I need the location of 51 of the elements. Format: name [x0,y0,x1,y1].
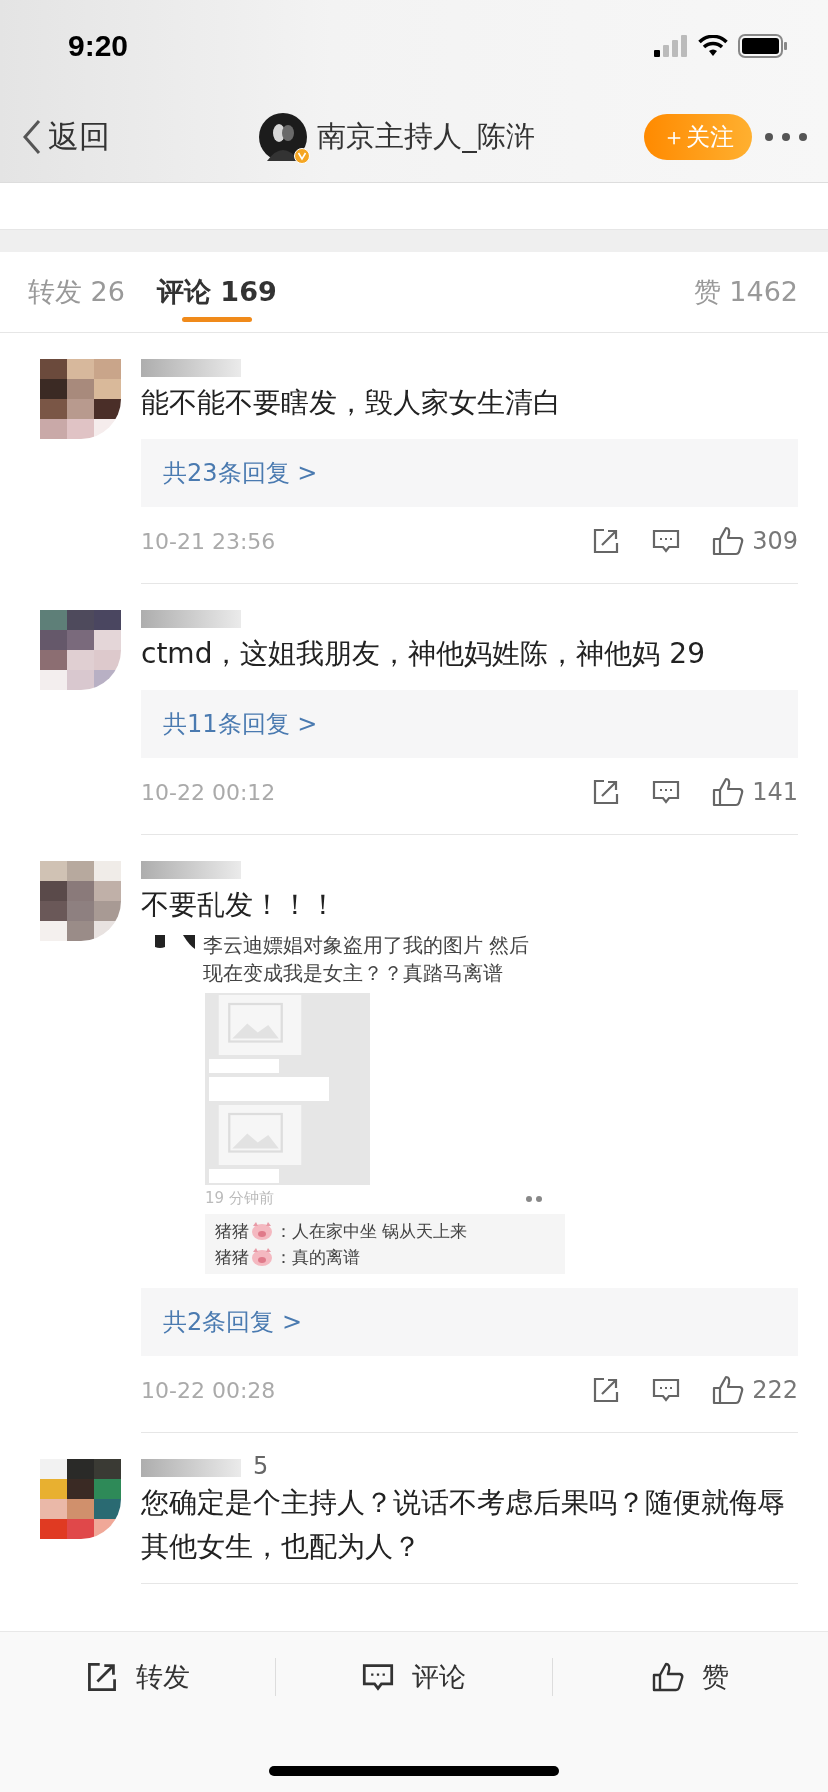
wifi-icon [698,35,728,57]
like-button[interactable]: 141 [712,777,798,807]
action-button[interactable]: 评论 [276,1658,552,1696]
comment-text: 能不能不要瞎发，毁人家女生清白 [141,385,562,421]
comment-text: 不要乱发！！！ [141,887,338,923]
comment-icon[interactable] [652,778,681,806]
post-time: 19 分钟前 [205,1189,274,1208]
share-icon[interactable] [592,778,621,806]
more-icon [525,1194,545,1203]
tab[interactable]: 评论 169 [156,250,277,334]
share-icon[interactable] [592,1376,621,1404]
reply-author: 猪猪 [215,1220,249,1243]
thumbs-up-icon [712,777,745,807]
tab[interactable]: 转发 26 [28,250,125,334]
chevron-left-icon [22,119,42,155]
comment-icon [362,1661,394,1693]
chat-bubble [209,1059,279,1073]
comment-icon[interactable] [652,527,681,555]
reply-author: 猪猪 [215,1246,249,1269]
battery-icon [738,34,788,58]
comment-time: 10-22 00:12 [141,779,276,805]
action-button[interactable]: 赞 [552,1658,828,1696]
replies-link[interactable]: 共2条回复 > [141,1288,798,1356]
back-button[interactable]: 返回 [22,116,110,158]
thumbs-up-icon [712,526,745,556]
comment-text: 您确定是个主持人？说话不考虑后果吗？随便就侮辱其他女生，也配为人？ [141,1485,786,1565]
username-fragment: 5 [253,1455,269,1477]
action-button[interactable]: 转发 [0,1658,276,1696]
replies-link[interactable]: 共11条回复 > [141,690,798,758]
thumbs-up-icon [712,1375,745,1405]
replies-link[interactable]: 共23条回复 > [141,439,798,507]
comment-time: 10-21 23:56 [141,528,276,554]
comment-time: 10-22 00:28 [141,1377,276,1403]
pig-icon [251,1248,273,1266]
post-text: 李云迪嫖娼对象盗用了我的图片 然后现在变成我是女主？？真踏马离谱 [203,932,531,987]
chat-bubble [209,1169,279,1183]
share-icon [85,1661,118,1693]
share-icon[interactable] [592,527,621,555]
status-time: 9:20 [68,29,129,63]
signal-icon [654,35,688,57]
like-button[interactable]: 309 [712,526,798,556]
comment-text: ctmd，这姐我朋友，神他妈姓陈，神他妈 29 [141,636,706,672]
like-button[interactable]: 222 [712,1375,798,1405]
profile-title: 南京主持人_陈浒 [317,118,535,155]
pig-icon [251,1222,273,1240]
comment-icon[interactable] [652,1376,681,1404]
more-icon[interactable] [764,132,808,142]
tab[interactable]: 赞 1462 [693,250,798,334]
thumbs-up-icon [651,1662,684,1692]
reply-text: ：人在家中坐 锅从天上来 [275,1220,468,1243]
reply-text: ：真的离谱 [275,1246,360,1269]
